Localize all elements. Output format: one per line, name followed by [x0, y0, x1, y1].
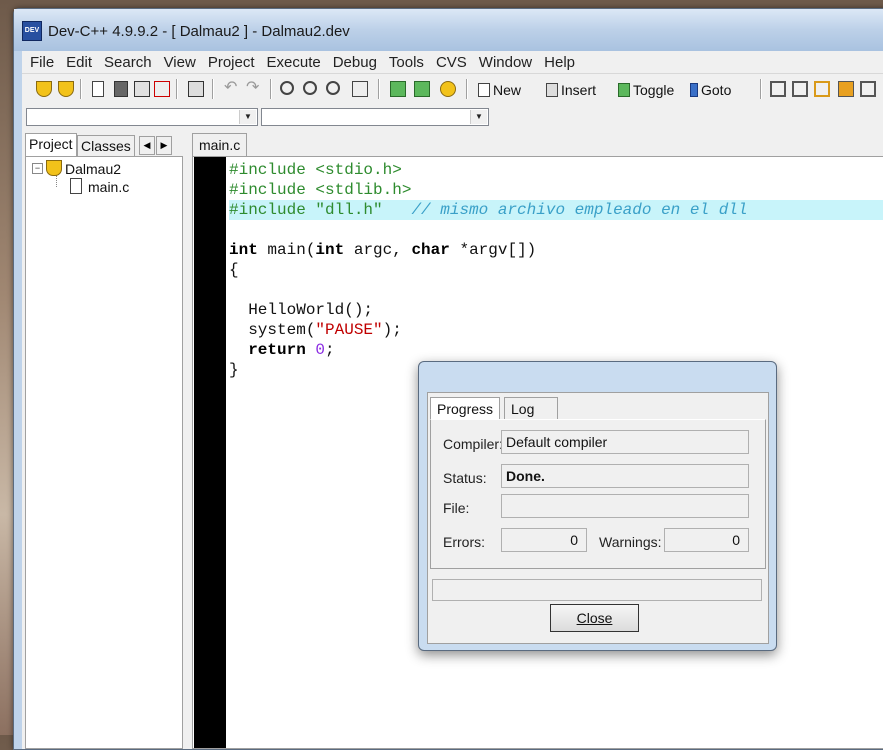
find-next-icon[interactable] — [326, 81, 340, 95]
menu-tools[interactable]: Tools — [383, 51, 430, 73]
class-browser-bar: ▼ ▼ — [22, 105, 883, 129]
menu-edit[interactable]: Edit — [60, 51, 98, 73]
toolbar-separator — [760, 79, 762, 99]
compiler-field: Default compiler — [501, 430, 749, 454]
progress-panel: Compiler: Default compiler Status: Done.… — [430, 419, 766, 569]
menu-debug[interactable]: Debug — [327, 51, 383, 73]
editor-tab-main-c[interactable]: main.c — [192, 133, 248, 156]
cascade-icon[interactable] — [814, 81, 830, 97]
code-line: int main(int argc, char *argv[]) — [229, 241, 537, 259]
toolbar-separator — [270, 79, 272, 99]
progress-bar — [432, 579, 762, 601]
code-line: system("PAUSE"); — [229, 321, 402, 339]
warnings-field: 0 — [664, 528, 749, 552]
color-grid-icon[interactable] — [838, 81, 854, 97]
grid-icon[interactable] — [860, 81, 876, 97]
chevron-down-icon: ▼ — [470, 110, 487, 124]
project-tree: − Dalmau2 main.c — [25, 156, 183, 749]
menu-bar: File Edit Search View Project Execute Debug Too… — [22, 51, 883, 74]
code-line: #include <stdio.h> — [229, 161, 402, 179]
code-content[interactable]: #include <stdio.h> #include <stdlib.h> #… — [229, 160, 883, 380]
add-to-project-icon[interactable] — [390, 81, 406, 97]
menu-help[interactable]: Help — [538, 51, 581, 73]
window-icon[interactable] — [792, 81, 808, 97]
save-icon[interactable] — [114, 81, 128, 97]
menu-cvs[interactable]: CVS — [430, 51, 473, 73]
collapse-icon[interactable]: − — [32, 163, 43, 174]
menu-project[interactable]: Project — [202, 51, 261, 73]
find-icon[interactable] — [280, 81, 294, 95]
undo-icon[interactable]: ↶ — [224, 80, 240, 97]
project-icon — [46, 160, 62, 176]
insert-button[interactable]: Insert — [546, 81, 596, 99]
window-title: Dev-C++ 4.9.9.2 - [ Dalmau2 ] - Dalmau2.… — [48, 23, 350, 40]
tab-classes[interactable]: Classes — [77, 135, 135, 156]
left-panel: Project Classes ◀ ▶ − Dalmau2 main.c — [25, 133, 183, 749]
toolbar: ↶ ↷ New Insert Toggle Goto — [22, 76, 883, 102]
new-file-icon[interactable] — [92, 81, 104, 97]
toolbar-separator — [378, 79, 380, 99]
print-icon[interactable] — [188, 81, 204, 97]
new-class-button[interactable]: New — [478, 81, 521, 99]
status-label: Status: — [443, 470, 487, 486]
toggle-bookmark-button[interactable]: Toggle — [618, 81, 674, 99]
remove-from-project-icon[interactable] — [414, 81, 430, 97]
compiler-label: Compiler: — [443, 436, 503, 452]
code-line: return 0; — [248, 341, 335, 359]
goto-bookmark-button[interactable]: Goto — [690, 81, 731, 99]
replace-icon[interactable] — [303, 81, 317, 95]
toolbar-separator — [80, 79, 82, 99]
tab-progress[interactable]: Progress — [430, 397, 501, 420]
toolbar-separator — [466, 79, 468, 99]
tab-scroll-right-icon[interactable]: ▶ — [156, 136, 172, 155]
dialog-body: Progress Log Compiler: Default compiler … — [427, 392, 769, 644]
close-project-icon[interactable] — [58, 81, 74, 97]
menu-file[interactable]: File — [22, 51, 60, 73]
left-panel-tabs: Project Classes ◀ ▶ — [25, 133, 183, 156]
errors-label: Errors: — [443, 534, 485, 550]
close-file-icon[interactable] — [154, 81, 170, 97]
status-field: Done. — [501, 464, 749, 488]
compile-progress-dialog: Progress Log Compiler: Default compiler … — [418, 361, 777, 651]
toolbar-separator — [176, 79, 178, 99]
close-button[interactable]: Close — [550, 604, 639, 632]
code-line-highlighted: #include "dll.h" // mismo archivo emplea… — [229, 200, 883, 220]
member-select[interactable]: ▼ — [261, 108, 489, 126]
file-label: File: — [443, 500, 470, 516]
project-options-icon[interactable] — [440, 81, 456, 97]
tree-item-project[interactable]: Dalmau2 — [46, 160, 121, 177]
chevron-down-icon: ▼ — [239, 110, 256, 124]
code-line: #include <stdlib.h> — [229, 181, 412, 199]
menu-execute[interactable]: Execute — [261, 51, 327, 73]
app-icon: DEV — [22, 21, 42, 41]
toolbar-separator — [212, 79, 214, 99]
tree-item-main-c[interactable]: main.c — [70, 178, 129, 195]
menu-view[interactable]: View — [158, 51, 202, 73]
editor-gutter — [194, 157, 226, 748]
menu-window[interactable]: Window — [473, 51, 538, 73]
save-all-icon[interactable] — [134, 81, 150, 97]
errors-field: 0 — [501, 528, 587, 552]
tab-scroll-left-icon[interactable]: ◀ — [139, 136, 155, 155]
redo-icon[interactable]: ↷ — [246, 80, 262, 97]
new-project-icon[interactable] — [36, 81, 52, 97]
menu-search[interactable]: Search — [98, 51, 158, 73]
file-field — [501, 494, 749, 518]
tab-project[interactable]: Project — [25, 133, 77, 156]
code-line: { — [229, 261, 239, 279]
code-line: HelloWorld(); — [229, 301, 374, 319]
class-select[interactable]: ▼ — [26, 108, 258, 126]
warnings-label: Warnings: — [599, 534, 662, 550]
title-bar[interactable]: DEV Dev-C++ 4.9.9.2 - [ Dalmau2 ] - Dalm… — [14, 9, 883, 51]
tile-icon[interactable] — [770, 81, 786, 97]
tab-log[interactable]: Log — [504, 397, 558, 420]
file-icon — [70, 178, 82, 194]
goto-line-icon[interactable] — [352, 81, 368, 97]
